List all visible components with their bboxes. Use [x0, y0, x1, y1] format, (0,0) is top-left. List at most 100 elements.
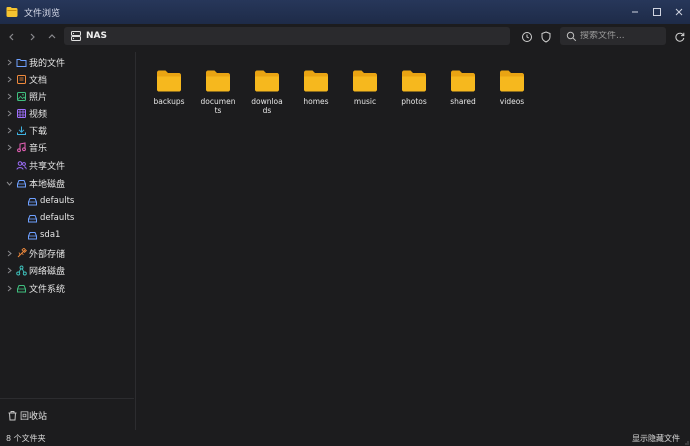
- close-button[interactable]: [668, 0, 690, 24]
- sidebar-item-downloads[interactable]: 下载: [0, 122, 134, 138]
- chevron-right-icon[interactable]: [3, 59, 15, 66]
- sidebar-item-external-storage[interactable]: 外部存储: [0, 245, 134, 261]
- item-count: 8 个文件夹: [6, 433, 46, 443]
- maximize-icon: [653, 8, 661, 16]
- chevron-right-icon[interactable]: [3, 76, 15, 83]
- folder-label: documents: [200, 97, 236, 115]
- path-bar[interactable]: NAS: [64, 27, 510, 45]
- sidebar-item-shared[interactable]: 共享文件: [0, 157, 134, 173]
- sidebar-item-documents[interactable]: 文档: [0, 71, 134, 87]
- sidebar-item-defaults-1[interactable]: defaults: [0, 193, 134, 209]
- sidebar-item-label: 外部存储: [29, 249, 66, 260]
- folder-icon: [500, 70, 524, 92]
- folder-item[interactable]: videos: [489, 70, 535, 106]
- minimize-button[interactable]: [624, 0, 646, 24]
- sidebar-item-label: 我的文件: [29, 58, 66, 69]
- sidebar-item-label: sda1: [40, 230, 61, 240]
- sidebar-item-my-files[interactable]: 我的文件: [0, 54, 134, 70]
- maximize-button[interactable]: [646, 0, 668, 24]
- drive-icon: [26, 212, 38, 224]
- chevron-left-icon: [9, 33, 14, 41]
- chevron-right-icon[interactable]: [3, 127, 15, 134]
- sidebar-item-label: 照片: [29, 92, 48, 103]
- sidebar-item-file-system[interactable]: 文件系统: [0, 280, 134, 296]
- sidebar-item-defaults-2[interactable]: defaults: [0, 210, 134, 226]
- image-icon: [15, 90, 27, 102]
- sidebar-item-label: 文档: [29, 75, 48, 86]
- resize-grip-icon[interactable]: [683, 439, 689, 445]
- path-label: NAS: [86, 31, 107, 41]
- folder-icon: [304, 70, 328, 92]
- toolbar: NAS: [0, 24, 690, 50]
- search-icon: [566, 31, 577, 41]
- folder-label: photos: [401, 97, 427, 106]
- folder-label: shared: [450, 97, 476, 106]
- minimize-icon: [632, 11, 638, 13]
- sidebar-item-label: 本地磁盘: [29, 179, 66, 190]
- window-title: 文件浏览: [24, 8, 61, 19]
- folder-label: music: [353, 97, 377, 106]
- status-bar: 8 个文件夹 显示隐藏文件: [0, 430, 690, 446]
- server-icon: [71, 31, 81, 41]
- folder-item[interactable]: homes: [293, 70, 339, 106]
- search-input[interactable]: [580, 31, 660, 41]
- trash-icon: [6, 409, 18, 421]
- security-button[interactable]: [536, 27, 556, 47]
- folder-icon: [255, 70, 279, 92]
- sidebar-item-videos[interactable]: 视频: [0, 105, 134, 121]
- drive-icon: [15, 177, 27, 189]
- folder-item[interactable]: backups: [146, 70, 192, 106]
- sidebar-item-label: 文件系统: [29, 284, 66, 295]
- chevron-right-icon[interactable]: [3, 144, 15, 151]
- sidebar-item-music[interactable]: 音乐: [0, 139, 134, 155]
- sidebar-item-label: 回收站: [20, 411, 48, 422]
- sidebar-item-local-disk[interactable]: 本地磁盘: [0, 175, 134, 191]
- title-bar: 文件浏览: [0, 0, 690, 24]
- video-icon: [15, 107, 27, 119]
- sidebar-item-trash[interactable]: 回收站: [0, 407, 134, 423]
- shield-icon: [541, 31, 551, 43]
- chevron-right-icon[interactable]: [3, 285, 15, 292]
- sidebar-item-label: 共享文件: [29, 161, 66, 172]
- sidebar: 我的文件 文档 照片 视频 下载 音乐 共享文件 本地磁盘 defaults d…: [0, 52, 136, 430]
- sidebar-item-sda1[interactable]: sda1: [0, 227, 134, 243]
- chevron-right-icon[interactable]: [3, 267, 15, 274]
- sidebar-item-label: 音乐: [29, 143, 48, 154]
- folder-item[interactable]: documents: [195, 70, 241, 115]
- folder-item[interactable]: shared: [440, 70, 486, 106]
- close-icon: [675, 8, 683, 16]
- sidebar-item-label: defaults: [40, 196, 75, 206]
- sidebar-item-label: defaults: [40, 213, 75, 223]
- up-button[interactable]: [42, 27, 62, 47]
- chevron-right-icon[interactable]: [3, 93, 15, 100]
- drive-icon: [15, 282, 27, 294]
- folder-label: downloads: [251, 97, 283, 115]
- clock-icon: [522, 32, 532, 42]
- folder-icon: [206, 70, 230, 92]
- sidebar-item-network-disk[interactable]: 网络磁盘: [0, 262, 134, 278]
- folder-item[interactable]: downloads: [244, 70, 290, 115]
- chevron-down-icon[interactable]: [3, 180, 15, 187]
- chevron-up-icon: [48, 34, 56, 39]
- search-box[interactable]: [560, 27, 666, 45]
- chevron-right-icon[interactable]: [3, 250, 15, 257]
- back-button[interactable]: [2, 27, 22, 47]
- forward-button[interactable]: [22, 27, 42, 47]
- folder-item[interactable]: music: [342, 70, 388, 106]
- usb-icon: [15, 247, 27, 259]
- folder-icon: [157, 70, 181, 92]
- document-icon: [15, 73, 27, 85]
- music-icon: [15, 141, 27, 153]
- folder-label: videos: [499, 97, 525, 106]
- drive-icon: [26, 229, 38, 241]
- refresh-button[interactable]: [670, 27, 690, 47]
- sidebar-item-label: 视频: [29, 109, 48, 120]
- folder-label: homes: [303, 97, 329, 106]
- show-hidden-toggle[interactable]: 显示隐藏文件: [632, 433, 680, 444]
- chevron-right-icon[interactable]: [3, 110, 15, 117]
- drive-icon: [26, 195, 38, 207]
- folder-item[interactable]: photos: [391, 70, 437, 106]
- sidebar-item-photos[interactable]: 照片: [0, 88, 134, 104]
- history-button[interactable]: [517, 27, 537, 47]
- folder-label: backups: [153, 97, 185, 106]
